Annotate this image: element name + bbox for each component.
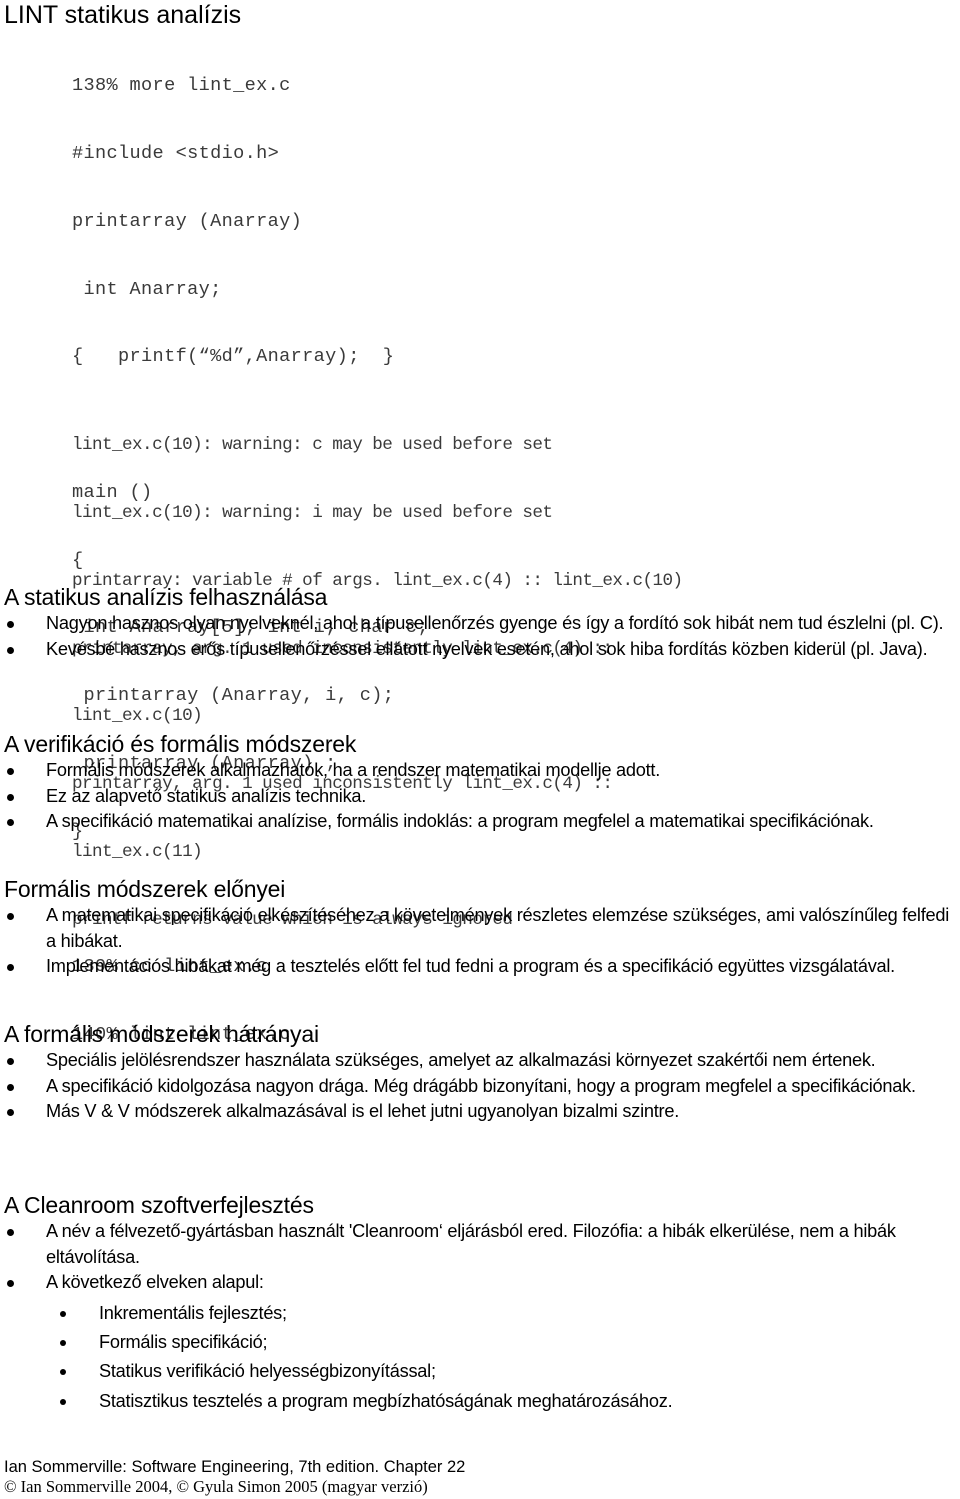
list-item: Ez az alapvető statikus analízis technik… — [4, 784, 960, 810]
list-item-text: Ez az alapvető statikus analízis technik… — [46, 785, 367, 806]
lint-output-line: lint_ex.c(10) — [72, 706, 203, 727]
list-item-text: Nagyon hasznos olyan nyelveknél, ahol a … — [46, 613, 944, 633]
bullet-icon — [7, 1109, 14, 1116]
section-cleanroom: A Cleanroom szoftverfejlesztés A név a f… — [4, 1191, 960, 1416]
section-heading: A verifikáció és formális módszerek — [4, 731, 357, 757]
section-heading: A Cleanroom szoftverfejlesztés — [4, 1192, 314, 1218]
footer: Ian Sommerville: Software Engineering, 7… — [4, 1457, 465, 1497]
sub-list-item-text: Formális specifikáció; — [99, 1331, 268, 1352]
list-item-text: A matematikai specifikáció elkészítéséhe… — [46, 905, 950, 951]
sub-list-item-text: Statisztikus tesztelés a program megbízh… — [99, 1390, 673, 1411]
bullet-icon — [7, 1083, 14, 1091]
section-heading: A statikus analízis felhasználása — [4, 584, 328, 610]
bullet-icon — [7, 1280, 14, 1287]
bullet-icon — [7, 1058, 14, 1065]
list-item: Formális módszerek alkalmazhatók, ha a r… — [4, 758, 960, 784]
code-line: #include <stdio.h> — [72, 142, 280, 164]
bullet-list: Nagyon hasznos olyan nyelveknél, ahol a … — [4, 611, 960, 662]
sub-list-item-text: Inkrementális fejlesztés; — [99, 1302, 287, 1323]
section-verification-formal-methods: A verifikáció és formális módszerek Form… — [4, 730, 960, 835]
page-title: LINT statikus analízis — [4, 1, 242, 29]
list-item-text: Kevésbé hasznos erős típusellenőrzéssel … — [46, 638, 928, 659]
bullet-icon — [60, 1310, 66, 1317]
section-static-analysis-use: A statikus analízis felhasználása Nagyon… — [4, 583, 960, 662]
bullet-icon — [60, 1398, 66, 1405]
code-line: int Anarray; — [72, 278, 222, 300]
bullet-icon — [60, 1339, 66, 1346]
bullet-icon — [7, 819, 14, 826]
bullet-icon — [7, 913, 14, 920]
list-item: A specifikáció kidolgozása nagyon drága.… — [4, 1074, 960, 1100]
bullet-icon — [7, 793, 14, 801]
list-item: Más V & V módszerek alkalmazásával is el… — [4, 1099, 960, 1125]
bullet-icon — [7, 1229, 14, 1236]
lint-output-listing: lint_ex.c(10): warning: c may be used be… — [72, 389, 683, 954]
bullet-icon — [7, 646, 14, 654]
bullet-list: A matematikai specifikáció elkészítéséhe… — [4, 903, 960, 980]
list-item-text: Speciális jelölésrendszer használata szü… — [46, 1050, 876, 1070]
lint-output-line: lint_ex.c(10): warning: i may be used be… — [72, 502, 553, 523]
bullet-icon — [7, 964, 14, 971]
bullet-list: Formális módszerek alkalmazhatók, ha a r… — [4, 758, 960, 835]
list-item: Nagyon hasznos olyan nyelveknél, ahol a … — [4, 611, 960, 637]
list-item: Kevésbé hasznos erős típusellenőrzéssel … — [4, 637, 960, 663]
sub-list-item: Inkrementális fejlesztés; — [4, 1299, 960, 1328]
list-item-text: A specifikáció matematikai analízise, fo… — [46, 811, 874, 831]
list-item-text: A név a félvezető-gyártásban használt 'C… — [46, 1221, 896, 1267]
footer-citation: Ian Sommerville: Software Engineering, 7… — [4, 1458, 466, 1476]
code-line: { printf(“%d”,Anarray); } — [72, 346, 395, 368]
lint-output-line: lint_ex.c(11) — [72, 841, 203, 862]
list-item-text: A következő elveken alapul: — [46, 1272, 264, 1292]
bullet-icon — [60, 1369, 66, 1376]
list-item-text: Más V & V módszerek alkalmazásával is el… — [46, 1101, 680, 1121]
section-formal-methods-disadvantages: A formális módszerek hátrányai Speciális… — [4, 1020, 960, 1125]
list-item-text: A specifikáció kidolgozása nagyon drága.… — [46, 1075, 916, 1096]
section-heading: A formális módszerek hátrányai — [4, 1021, 319, 1047]
bullet-list: A név a félvezető-gyártásban használt 'C… — [4, 1219, 960, 1296]
sub-list-item: Statisztikus tesztelés a program megbízh… — [4, 1387, 960, 1416]
lint-output-line: lint_ex.c(10): warning: c may be used be… — [72, 435, 553, 456]
sub-list-item-text: Statikus verifikáció helyességbizonyítás… — [99, 1361, 436, 1382]
section-heading: Formális módszerek előnyei — [4, 876, 286, 902]
bullet-list: Speciális jelölésrendszer használata szü… — [4, 1048, 960, 1125]
bullet-icon — [7, 768, 14, 775]
list-item: A matematikai specifikáció elkészítéséhe… — [4, 903, 960, 954]
list-item: A név a félvezető-gyártásban használt 'C… — [4, 1219, 960, 1270]
sub-list-item: Formális specifikáció; — [4, 1328, 960, 1357]
code-line: printarray (Anarray) — [72, 210, 303, 232]
code-line: 138% more lint_ex.c — [72, 75, 291, 97]
list-item: A következő elveken alapul: — [4, 1270, 960, 1296]
list-item-text: Formális módszerek alkalmazhatók, ha a r… — [46, 760, 661, 780]
list-item-text: Implementációs hibákat még a tesztelés e… — [46, 956, 895, 976]
sub-bullet-list: Inkrementális fejlesztés; Formális speci… — [4, 1299, 960, 1417]
sub-list-item: Statikus verifikáció helyességbizonyítás… — [4, 1357, 960, 1386]
list-item: Speciális jelölésrendszer használata szü… — [4, 1048, 960, 1074]
section-formal-methods-advantages: Formális módszerek előnyei A matematikai… — [4, 875, 960, 980]
list-item: A specifikáció matematikai analízise, fo… — [4, 809, 960, 835]
list-item: Implementációs hibákat még a tesztelés e… — [4, 954, 960, 980]
footer-copyright: © Ian Sommerville 2004, © Gyula Simon 20… — [4, 1477, 428, 1496]
bullet-icon — [7, 621, 14, 628]
